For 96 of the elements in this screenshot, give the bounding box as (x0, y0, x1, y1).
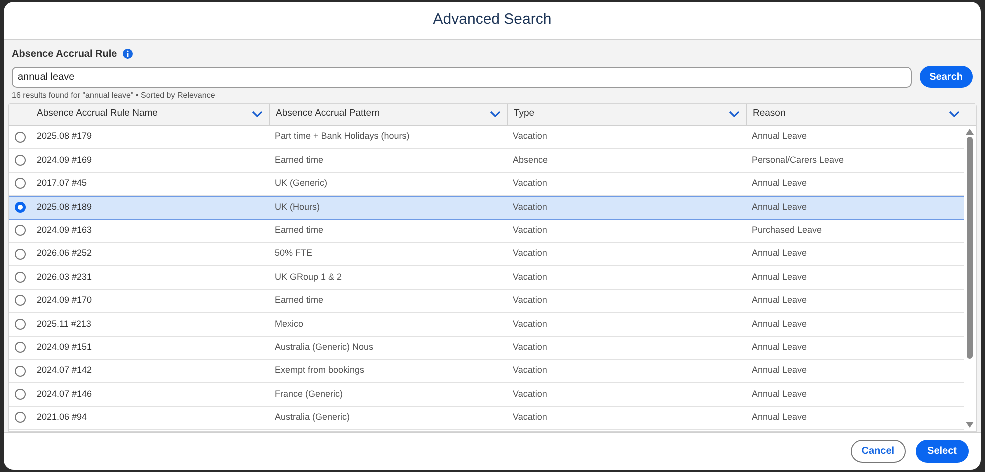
table-cell-text: Vacation (512, 201, 548, 214)
table-cell-text: Mexico (274, 318, 305, 331)
info-icon (123, 49, 134, 59)
field-label: Absence Accrual Rule (12, 48, 118, 62)
chevron-down-icon (490, 111, 501, 118)
radio-button[interactable] (15, 178, 26, 190)
table-row[interactable]: 2025.08 #189 UK (Hours) Vacation Annual Leave (9, 196, 964, 220)
radio-button[interactable] (15, 155, 26, 166)
table-cell-text: Annual Leave (751, 340, 808, 354)
table-cell-text: 50% FTE (274, 247, 314, 260)
table-cell-text: Annual Leave (751, 411, 808, 424)
table-cell-text: Annual Leave (751, 201, 808, 214)
table-cell-text: 2025.08 #179 (36, 130, 94, 144)
table-row[interactable]: 2024.09 #163 Earned time Vacation Purchased Leave (9, 220, 964, 243)
table-cell-text: Vacation (512, 247, 548, 260)
table-cell-text: Earned time (274, 294, 325, 308)
table-cell-text: Vacation (512, 270, 548, 284)
table-cell-text: Vacation (512, 340, 548, 354)
table-cell-text: Part time + Bank Holidays (hours) (274, 130, 411, 144)
table-row[interactable]: 2026.03 #231 UK GRoup 1 & 2 Vacation Annual Leave (9, 266, 964, 290)
radio-button[interactable] (15, 132, 26, 143)
table-row[interactable]: 2024.09 #169 Earned time Absence Personal/Carers Leave (9, 149, 964, 173)
table-cell-text: Vacation (512, 318, 548, 331)
radio-button[interactable] (15, 225, 26, 236)
chevron-down-icon (252, 111, 263, 118)
table-cell-text: Vacation (512, 364, 548, 378)
table-cell-text: Annual Leave (751, 388, 808, 401)
radio-button[interactable] (15, 412, 26, 424)
scroll-down-icon[interactable] (966, 422, 974, 428)
table-cell-text: Personal/Carers Leave (751, 154, 846, 167)
results-summary: 16 results found for "annual leave" • Sorted by Relevance (12, 91, 216, 101)
radio-button[interactable] (15, 248, 26, 260)
table-cell-text: 2024.09 #151 (36, 340, 94, 354)
table-cell-text: 2024.07 #146 (36, 388, 94, 401)
table-cell-text: Absence (512, 154, 550, 167)
search-button[interactable]: Search (920, 66, 973, 88)
search-field[interactable]: annual leave (12, 66, 912, 88)
table-cell-text: Vacation (512, 294, 548, 308)
table-cell-text: Annual Leave (751, 130, 808, 144)
table-cell-text: 2025.08 #189 (36, 201, 94, 214)
table-cell-text: Annual Leave (751, 318, 808, 331)
table-cell-text: 2026.06 #252 (36, 247, 94, 260)
table-cell-text: France (Generic) (274, 388, 344, 401)
table-cell-text: Vacation (512, 130, 548, 144)
radio-button[interactable] (15, 272, 26, 284)
table-cell-text: UK GRoup 1 & 2 (274, 270, 344, 284)
radio-button[interactable] (15, 295, 26, 306)
radio-button[interactable] (15, 202, 26, 214)
table-cell-text: Annual Leave (751, 247, 808, 260)
radio-button[interactable] (15, 366, 26, 377)
table-cell-text: Vacation (512, 177, 548, 190)
table-row[interactable]: 2025.08 #179 Part time + Bank Holidays (hours) Vacation Annual Leave (9, 126, 964, 150)
table-cell-text: Earned time (274, 224, 325, 237)
chevron-down-icon (949, 111, 960, 118)
table-cell-text: Exempt from bookings (274, 364, 366, 378)
chevron-down-icon (729, 111, 740, 118)
table-cell-text: Annual Leave (751, 270, 808, 284)
column-header[interactable]: Reason (746, 104, 966, 125)
table-cell-text: Vacation (512, 388, 548, 401)
column-header[interactable]: Absence Accrual Rule Name (31, 104, 269, 125)
table-cell-text: 2021.06 #94 (36, 411, 88, 424)
table-cell-text: 2026.03 #231 (36, 270, 94, 284)
column-header[interactable]: Absence Accrual Pattern (269, 104, 507, 125)
table-cell-text: 2024.07 #142 (36, 364, 94, 378)
table-cell-text: 2024.09 #170 (36, 294, 94, 308)
table-cell-text: Annual Leave (751, 364, 808, 378)
table-cell-text: Vacation (512, 224, 548, 237)
table-row[interactable]: 2025.11 #213 Mexico Vacation Annual Leave (9, 313, 964, 337)
scrollbar-thumb[interactable] (967, 137, 973, 359)
table-cell-text: Australia (Generic) Nous (274, 340, 375, 354)
table-row[interactable]: 2024.09 #170 Earned time Vacation Annual Leave (9, 290, 964, 314)
cancel-button[interactable]: Cancel (850, 440, 906, 463)
radio-button[interactable] (15, 342, 26, 354)
table-cell-text: UK (Hours) (274, 201, 322, 214)
table-cell-text: 2025.11 #213 (36, 318, 92, 331)
table-row[interactable]: 2026.06 #252 50% FTE Vacation Annual Leave (9, 242, 964, 266)
table-cell-text: Annual Leave (751, 177, 808, 190)
table-cell-text: 2024.09 #169 (36, 154, 94, 167)
table-row[interactable]: 2024.07 #146 France (Generic) Vacation Annual Leave (9, 383, 964, 407)
table-cell-text: UK (Generic) (274, 177, 329, 190)
table-cell-text: Purchased Leave (751, 224, 824, 237)
table-cell-text: Vacation (512, 411, 548, 424)
column-header[interactable]: Type (507, 104, 746, 125)
table-cell-text: 2024.09 #163 (36, 224, 94, 237)
scroll-up-icon[interactable] (966, 129, 974, 135)
table-row[interactable]: 2024.09 #151 Australia (Generic) Nous Vacation Annual Leave (9, 336, 964, 360)
radio-button[interactable] (15, 318, 26, 330)
radio-button[interactable] (15, 388, 26, 400)
dialog-title: Advanced Search (433, 10, 552, 30)
table-row[interactable]: 2021.06 #94 Australia (Generic) Vacation Annual Leave (9, 406, 964, 430)
table-cell-text: Annual Leave (751, 294, 808, 308)
table-row[interactable]: 2024.07 #142 Exempt from bookings Vacation Annual Leave (9, 360, 964, 384)
table-cell-text: 2017.07 #45 (36, 177, 88, 190)
table-cell-text: Australia (Generic) (274, 411, 352, 424)
select-button[interactable]: Select (916, 440, 969, 463)
table-cell-text: Earned time (274, 154, 325, 167)
